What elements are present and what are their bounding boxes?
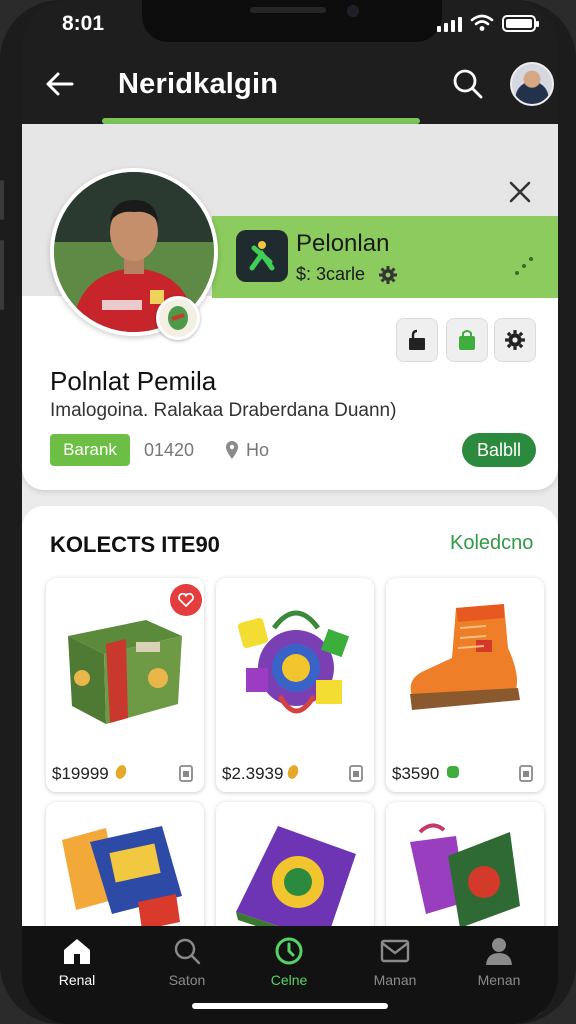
nav-label: Renal <box>58 972 96 988</box>
more-icon[interactable] <box>512 254 536 278</box>
home-icon <box>64 939 90 964</box>
nav-item-home[interactable]: Renal <box>32 936 122 988</box>
cart-icon[interactable] <box>178 762 194 782</box>
power-icon <box>275 937 303 965</box>
profile-card: Pelonlan $: 3carle Polnlat Pemila Imalog… <box>22 124 558 490</box>
coin-icon <box>287 765 299 779</box>
home-indicator[interactable] <box>192 1003 388 1009</box>
lock-icon <box>409 329 425 350</box>
gear-icon <box>379 266 397 284</box>
close-icon[interactable] <box>506 178 534 206</box>
nav-item-profile[interactable]: Menan <box>454 936 544 988</box>
follow-button[interactable]: Balbll <box>462 433 536 467</box>
back-arrow-icon[interactable] <box>42 66 78 102</box>
product-card[interactable]: $3590 <box>386 578 544 792</box>
wifi-icon <box>470 14 494 31</box>
app-logo-icon <box>236 230 288 282</box>
product-price: $2.3939 <box>222 764 284 783</box>
club-badge-icon <box>156 296 200 340</box>
panel-title: Pelonlan <box>296 230 390 257</box>
panel-subtitle: $: 3carle <box>296 264 366 284</box>
boot-image <box>410 604 520 710</box>
nav-item-center[interactable]: Celne <box>244 936 334 988</box>
speaker <box>250 7 326 13</box>
bottom-nav: Renal Saton Celne Manan Menan <box>22 926 558 1024</box>
favorite-badge[interactable] <box>170 584 202 616</box>
coin-icon <box>115 765 127 779</box>
gear-icon <box>505 330 525 350</box>
side-button <box>0 240 4 310</box>
front-camera <box>347 5 359 17</box>
app-title: Neridkalgin <box>118 68 279 100</box>
status-time: 8:01 <box>62 12 105 35</box>
nav-label: Saton <box>168 972 206 988</box>
bag-button[interactable] <box>446 318 488 362</box>
status-icons <box>437 14 539 32</box>
profile-location: Ho <box>246 440 270 460</box>
heart-icon <box>178 593 194 607</box>
nav-label: Menan <box>477 972 521 988</box>
app-bar: Neridkalgin <box>22 46 558 124</box>
battery-icon <box>502 15 539 32</box>
phone-frame: 8:01 Neridkalgin Pelonlan $: 3carle Poln… <box>0 0 576 1024</box>
toy-image <box>237 610 350 714</box>
search-icon[interactable] <box>450 66 486 102</box>
settings-button[interactable] <box>494 318 536 362</box>
product-card[interactable]: $2.3939 <box>216 578 374 792</box>
user-avatar[interactable] <box>510 62 554 106</box>
cart-icon[interactable] <box>348 762 364 782</box>
side-button <box>0 180 4 220</box>
mail-icon <box>380 939 410 963</box>
status-bar: 8:01 <box>22 0 558 46</box>
collection-section: KOLECTS ITE90 Koledcno $19999 $2.3939 $3… <box>22 506 558 1016</box>
product-card[interactable]: $19999 <box>46 578 204 792</box>
person-icon <box>486 938 512 965</box>
screen: 8:01 Neridkalgin Pelonlan $: 3carle Poln… <box>22 0 558 1024</box>
profile-count: 01420 <box>144 440 195 460</box>
nav-item-mail[interactable]: Manan <box>350 936 440 988</box>
search-icon <box>174 938 201 965</box>
bag-icon <box>459 330 475 350</box>
location-pin-icon <box>226 441 238 459</box>
collection-title: KOLECTS ITE90 <box>50 532 220 557</box>
signal-icon <box>437 17 462 32</box>
profile-name: Polnlat Pemila <box>50 366 217 396</box>
profile-subtitle: Imalogoina. Ralakaa Draberdana Duann) <box>50 400 397 421</box>
lock-button[interactable] <box>396 318 438 362</box>
nav-label: Manan <box>373 972 417 988</box>
nav-label: Celne <box>270 972 308 988</box>
coin-icon <box>447 766 459 778</box>
collection-link[interactable]: Koledcno <box>450 532 533 555</box>
product-price: $19999 <box>52 764 109 783</box>
main-content: Pelonlan $: 3carle Polnlat Pemila Imalog… <box>22 124 558 1016</box>
product-price: $3590 <box>392 764 440 783</box>
cart-icon[interactable] <box>518 762 534 782</box>
nav-item-search[interactable]: Saton <box>142 936 232 988</box>
notch <box>142 0 442 42</box>
profile-tag-button[interactable]: Barank <box>50 434 130 466</box>
